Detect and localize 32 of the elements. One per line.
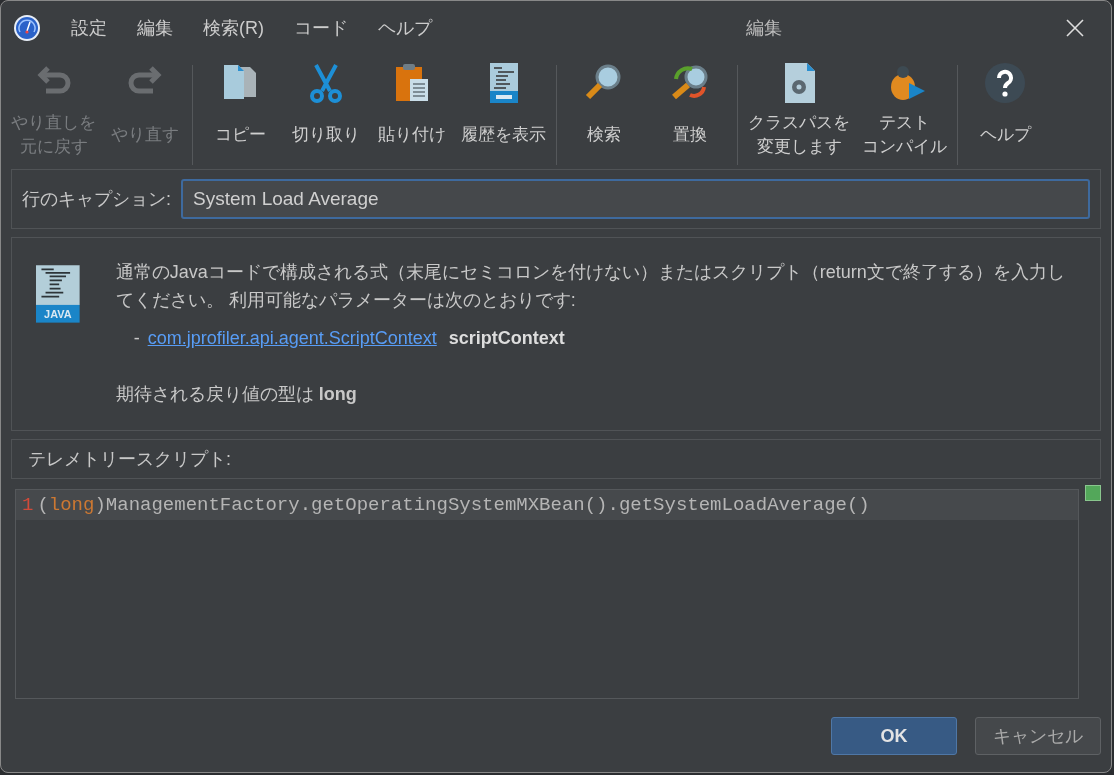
toolbar-button[interactable]: 検索: [561, 59, 647, 169]
parameter-type-link[interactable]: com.jprofiler.api.agent.ScriptContext: [147, 324, 437, 352]
toolbar-button[interactable]: 履歴を表示: [455, 59, 552, 169]
toolbar-button[interactable]: コピー: [197, 59, 283, 169]
menu-item[interactable]: 編集: [137, 16, 173, 40]
cancel-button[interactable]: キャンセル: [975, 717, 1101, 755]
close-icon[interactable]: [1065, 18, 1085, 38]
caption-label: 行のキャプション:: [22, 188, 171, 211]
menu-item[interactable]: ヘルプ: [378, 16, 432, 40]
toolbar-button[interactable]: クラスパスを 変更します: [742, 59, 856, 169]
toolbar-button[interactable]: 置換: [647, 59, 733, 169]
expected-type-text: 期待される戻り値の型は long: [115, 383, 358, 406]
gauge-icon: [13, 14, 41, 42]
list-dash: -: [133, 327, 140, 350]
code-line: (long)ManagementFactory.getOperatingSystemMXBean().getSystemLoadAverage(): [37, 494, 870, 516]
menu-item[interactable]: コード: [294, 16, 348, 40]
window-title: 編集: [746, 17, 782, 40]
script-label: テレメトリースクリプト:: [28, 448, 231, 471]
toolbar-button[interactable]: ヘルプ: [962, 59, 1048, 169]
ok-button[interactable]: OK: [831, 717, 957, 755]
toolbar-button[interactable]: 貼り付け: [369, 59, 455, 169]
status-indicator: [1085, 485, 1101, 501]
parameter-name: scriptContext: [448, 327, 565, 350]
help-icon: [983, 61, 1027, 105]
toolbar-button[interactable]: テスト コンパイル: [856, 59, 953, 169]
description-text: 通常のJavaコードで構成される式（末尾にセミコロンを付けない）またはスクリプト（return文で終了する）を入力してください。 利用可能なパラメーターは次のとおりです:: [115, 261, 1066, 312]
line-number: 1: [21, 494, 35, 516]
menu-item[interactable]: 設定: [71, 16, 107, 40]
caption-field[interactable]: System Load Average: [181, 179, 1090, 219]
menu-item[interactable]: 検索(R): [203, 16, 264, 40]
code-editor[interactable]: 1 (long)ManagementFactory.getOperatingSystemMXBean().getSystemLoadAverage(): [15, 489, 1079, 699]
toolbar-button[interactable]: 切り取り: [283, 59, 369, 169]
